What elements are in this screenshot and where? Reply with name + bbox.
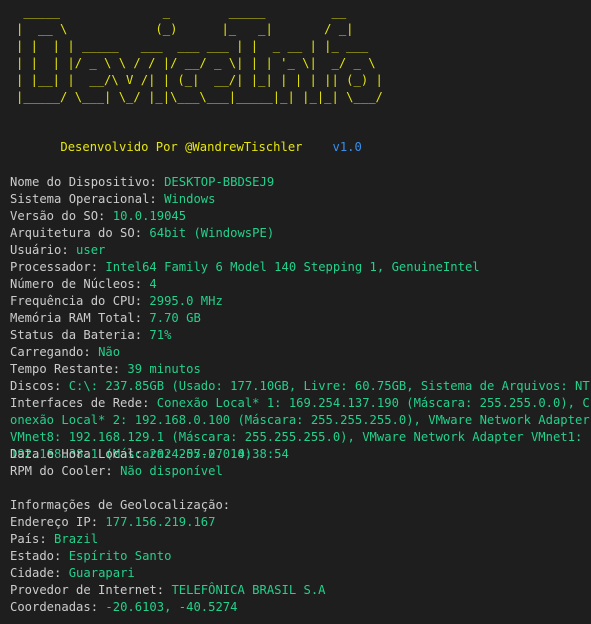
line-value: C:\: 237.85GB (Usado: 177.10GB, Livre: 6… — [68, 379, 591, 393]
cooler-rpm-line: RPM do Cooler: Não disponível — [10, 463, 591, 480]
coordinates-line: Coordenadas: -20.6103, -40.5274 — [10, 599, 591, 616]
line-label: Frequência do CPU: — [10, 294, 143, 308]
line-value: -20.6103, -40.5274 — [105, 600, 238, 614]
ram-line: Memória RAM Total: 7.70 GB — [10, 310, 591, 327]
line-value: Não disponível — [120, 464, 223, 478]
line-label: Estado: — [10, 549, 62, 563]
line-label: Usuário: — [10, 243, 69, 257]
disks-line: Discos: C:\: 237.85GB (Usado: 177.10GB, … — [10, 378, 591, 395]
state-line: Estado: Espírito Santo — [10, 548, 591, 565]
line-label: Sistema Operacional: — [10, 192, 157, 206]
line-label: Endereço IP: — [10, 515, 99, 529]
terminal-window[interactable]: _____ _ _____ __ | __ \ (_) |_ _| / _| |… — [0, 0, 591, 624]
line-value: 71% — [149, 328, 172, 342]
geolocation-heading: Informações de Geolocalização: — [10, 498, 231, 512]
user-line: Usuário: user — [10, 242, 591, 259]
line-value: 39 minutos — [127, 362, 201, 376]
line-label: Data e Hora Local: — [10, 447, 143, 461]
cpu-frequency-line: Frequência do CPU: 2995.0 MHz — [10, 293, 591, 310]
line-value: 2995.0 MHz — [149, 294, 223, 308]
isp-line: Provedor de Internet: TELEFÔNICA BRASIL … — [10, 582, 591, 599]
os-line: Sistema Operacional: Windows — [10, 191, 591, 208]
line-label: Carregando: — [10, 345, 91, 359]
ascii-banner: _____ _ _____ __ | __ \ (_) |_ _| / _| |… — [16, 5, 383, 104]
local-datetime-line: Data e Hora Local: 2024-07-27 14:38:54 — [10, 446, 591, 463]
line-label: Memória RAM Total: — [10, 311, 143, 325]
line-label: RPM do Cooler: — [10, 464, 113, 478]
device-name-line: Nome do Dispositivo: DESKTOP-BBDSEJ9 — [10, 174, 591, 191]
line-label: Tempo Restante: — [10, 362, 121, 376]
line-label: Cidade: — [10, 566, 62, 580]
network-interfaces-line: Interfaces de Rede: Conexão Local* 1: 16… — [10, 395, 591, 461]
line-label: Status da Bateria: — [10, 328, 143, 342]
line-value: 64bit (WindowsPE) — [149, 226, 275, 240]
line-value: user — [76, 243, 106, 257]
credit-text: Desenvolvido Por @WandrewTischler — [60, 140, 303, 154]
line-label: Provedor de Internet: — [10, 583, 165, 597]
country-line: País: Brazil — [10, 531, 591, 548]
line-value: 10.0.19045 — [112, 209, 187, 223]
output-block: Nome do Dispositivo: DESKTOP-BBDSEJ9 Sis… — [10, 174, 591, 616]
charging-line: Carregando: Não — [10, 344, 591, 361]
line-value: Guarapari — [68, 566, 135, 580]
processor-line: Processador: Intel64 Family 6 Model 140 … — [10, 259, 591, 276]
line-value: Intel64 Family 6 Model 140 Stepping 1, G… — [105, 260, 480, 274]
line-value: 177.156.219.167 — [105, 515, 216, 529]
time-remaining-line: Tempo Restante: 39 minutos — [10, 361, 591, 378]
ip-address-line: Endereço IP: 177.156.219.167 — [10, 514, 591, 531]
line-value: Brazil — [54, 532, 99, 546]
version-label: v1.0 — [332, 140, 362, 154]
line-label: Versão do SO: — [10, 209, 106, 223]
line-label: Nome do Dispositivo: — [10, 175, 157, 189]
line-label: Número de Núcleos: — [10, 277, 143, 291]
city-line: Cidade: Guarapari — [10, 565, 591, 582]
line-value: 7.70 GB — [149, 311, 201, 325]
battery-status-line: Status da Bateria: 71% — [10, 327, 591, 344]
os-arch-line: Arquitetura do SO: 64bit (WindowsPE) — [10, 225, 591, 242]
line-label: Processador: — [10, 260, 99, 274]
line-value: DESKTOP-BBDSEJ9 — [164, 175, 275, 189]
line-label: Discos: — [10, 379, 62, 393]
line-label: Coordenadas: — [10, 600, 99, 614]
line-value: TELEFÔNICA BRASIL S.A — [171, 583, 326, 597]
line-label: Arquitetura do SO: — [10, 226, 143, 240]
line-value: 2024-07-27 14:38:54 — [149, 447, 289, 461]
line-value: 4 — [149, 277, 157, 291]
line-label: Interfaces de Rede: — [10, 396, 150, 410]
credit-line: Desenvolvido Por @WandrewTischler v1.0 — [31, 122, 362, 173]
line-value: Espírito Santo — [68, 549, 172, 563]
cores-line: Número de Núcleos: 4 — [10, 276, 591, 293]
line-value: Não — [98, 345, 121, 359]
line-label: País: — [10, 532, 47, 546]
os-version-line: Versão do SO: 10.0.19045 — [10, 208, 591, 225]
line-value: Windows — [164, 192, 216, 206]
